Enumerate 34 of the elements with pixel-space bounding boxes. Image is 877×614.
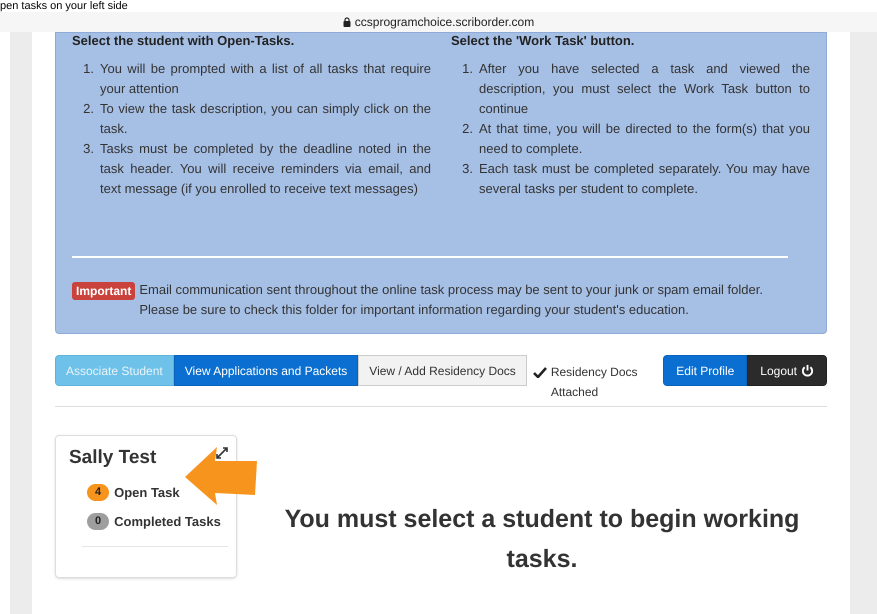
column-heading: Select the student with Open-Tasks.	[72, 33, 296, 49]
step-number: 1.	[462, 60, 473, 78]
important-badge: Important	[72, 282, 136, 300]
lock-icon	[342, 17, 351, 27]
url-text[interactable]: ccsprogramchoice.scriborder.com	[354, 13, 534, 31]
power-icon	[801, 364, 814, 377]
count-badge: 0	[87, 513, 110, 530]
task-count-label[interactable]: Open Task	[114, 482, 180, 502]
step-number: 2.	[83, 100, 94, 118]
column-heading: Select the 'Work Task' button.	[451, 33, 636, 49]
toolbar-button[interactable]: Logout	[747, 355, 827, 386]
toolbar-button[interactable]: View / Add Residency Docs	[358, 355, 527, 386]
select-student-message: You must select a student to begin working tasks.	[284, 504, 800, 575]
step-number: 1.	[83, 60, 94, 78]
check-icon	[532, 367, 547, 378]
toolbar-button[interactable]: View Applications and Packets	[174, 355, 358, 386]
caption-text: pen tasks on your left side	[0, 0, 128, 12]
notice-text: Email communication sent throughout the online task process may be sent to your junk or spam email folder. Please be sure to check this folder for important information regarding your student's education.	[139, 281, 764, 319]
step-text: After you have selected a task and viewed the description, you must select the Work Task button to continue	[479, 60, 810, 118]
residency-status: Residency Docs Attached	[550, 364, 639, 401]
step-text: To view the task description, you can simply click on the task.	[100, 100, 431, 138]
task-count-label[interactable]: Completed Tasks	[114, 512, 221, 532]
step-number: 3.	[83, 140, 94, 158]
step-text: Tasks must be completed by the deadline noted in the task header. You will receive reminders via email, and text message (if you enrolled to receive text messages)	[100, 140, 431, 198]
step-text: You will be prompted with a list of all tasks that require your attention	[100, 60, 431, 98]
count-badge: 4	[87, 484, 110, 501]
step-number: 3.	[462, 160, 473, 178]
expand-icon	[216, 447, 228, 459]
student-name: Sally Test	[69, 446, 156, 470]
arrow-icon	[185, 447, 257, 505]
step-text: At that time, you will be directed to the form(s) that you need to complete.	[479, 120, 810, 158]
step-number: 2.	[462, 120, 473, 138]
step-text: Each task must be completed separately. You may have several tasks per student to complete.	[479, 160, 810, 198]
toolbar-button[interactable]: Edit Profile	[663, 355, 748, 386]
